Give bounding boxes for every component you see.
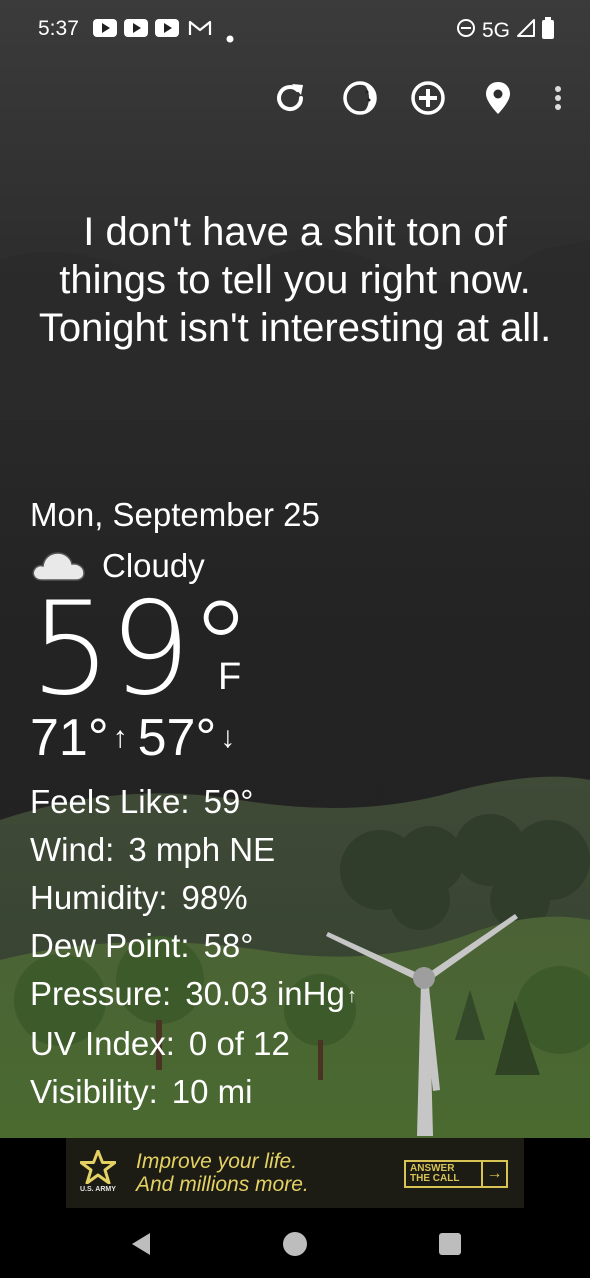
detail-wind: Wind: 3 mph NE xyxy=(30,826,357,874)
location-pin-icon[interactable] xyxy=(478,78,518,118)
uv-index-label: UV Index: xyxy=(30,1025,175,1063)
back-icon[interactable] xyxy=(128,1230,156,1263)
navigation-bar xyxy=(0,1214,590,1278)
wind-value: 3 mph NE xyxy=(128,831,276,868)
ad-headline-1: Improve your life. xyxy=(136,1150,298,1173)
battery-icon xyxy=(542,17,554,45)
add-location-icon[interactable] xyxy=(408,78,448,118)
feels-like-value: 59° xyxy=(203,783,254,820)
detail-humidity: Humidity: 98% xyxy=(30,874,357,922)
uv-index-value: 0 of 12 xyxy=(188,1025,290,1063)
weather-screen: 5:37 5G I don't have a shit ton of thing… xyxy=(0,0,590,1278)
more-vert-icon[interactable] xyxy=(538,78,578,118)
visibility-label: Visibility: xyxy=(30,1073,158,1111)
detail-feels-like: Feels Like: 59° xyxy=(30,778,357,826)
moon-phase-icon[interactable] xyxy=(340,78,380,118)
youtube-icon xyxy=(124,19,148,43)
ad-banner[interactable]: U.S. ARMY Improve your life. And million… xyxy=(66,1138,524,1208)
dew-point-label: Dew Point: xyxy=(30,927,190,964)
army-star-icon xyxy=(79,1149,117,1189)
forecast-date: Mon, September 25 xyxy=(30,496,320,533)
humidity-label: Humidity: xyxy=(30,879,168,916)
youtube-icon xyxy=(93,19,117,43)
current-temperature: 59° xyxy=(30,575,253,724)
pressure-label: Pressure: xyxy=(30,975,172,1012)
network-type: 5G xyxy=(481,19,510,42)
status-time: 5:37 xyxy=(38,17,79,40)
low-arrow-icon: ↓ xyxy=(220,721,236,754)
youtube-icon xyxy=(155,19,179,43)
detail-visibility: Visibility: 10 mi xyxy=(30,1068,357,1116)
detail-uv-index: UV Index: 0 of 12 xyxy=(30,1020,357,1068)
detail-pressure: Pressure: 30.03 inHg ↑ xyxy=(30,970,357,1020)
low-temp: 57° xyxy=(137,709,217,767)
high-temp: 71° xyxy=(30,709,109,767)
recents-icon[interactable] xyxy=(436,1230,464,1263)
humidity-value: 98% xyxy=(181,879,248,916)
ad-headline-2: And millions more. xyxy=(136,1173,309,1196)
dew-point-value: 58° xyxy=(203,927,254,964)
status-bar: 5:37 5G xyxy=(0,0,590,58)
dot-icon xyxy=(226,25,234,49)
feels-like-label: Feels Like: xyxy=(30,783,190,820)
status-right: 5G xyxy=(456,17,554,45)
pressure-value: 30.03 inHg xyxy=(185,975,345,1012)
ad-cta-button[interactable]: ANSWER THE CALL → xyxy=(404,1160,508,1188)
wind-label: Wind: xyxy=(30,831,115,868)
temperature-unit: F xyxy=(218,656,242,698)
refresh-icon[interactable] xyxy=(270,78,310,118)
signal-icon xyxy=(516,18,536,44)
high-low-temps: 71° ↑ 57° ↓ xyxy=(30,706,245,770)
gmail-icon xyxy=(188,19,212,43)
arrow-right-icon: → xyxy=(480,1162,506,1186)
pressure-trend-icon: ↑ xyxy=(346,985,357,1008)
headline-message: I don't have a shit ton of things to tel… xyxy=(38,210,552,350)
action-bar xyxy=(0,78,590,122)
ad-brand: U.S. ARMY xyxy=(80,1186,116,1193)
visibility-value: 10 mi xyxy=(171,1073,253,1111)
high-arrow-icon: ↑ xyxy=(112,721,128,754)
weather-details: Feels Like: 59° Wind: 3 mph NE Humidity: 98… xyxy=(30,778,357,1116)
detail-dew-point: Dew Point: 58° xyxy=(30,922,357,970)
dnd-icon xyxy=(456,18,476,44)
ad-cta-line-2: THE CALL xyxy=(410,1173,460,1184)
home-icon[interactable] xyxy=(281,1230,309,1263)
